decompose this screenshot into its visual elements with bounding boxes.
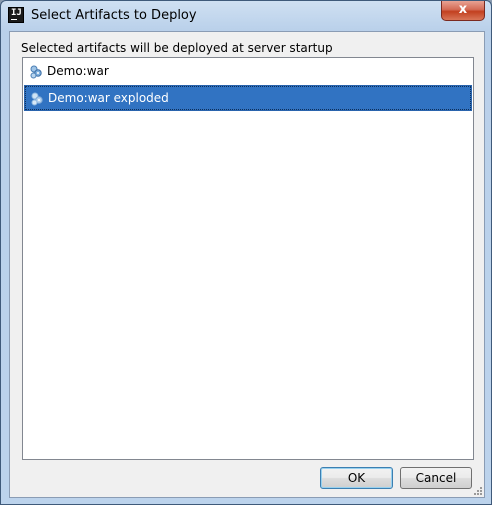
dialog-content: Selected artifacts will be deployed at s… xyxy=(9,31,485,498)
ok-button[interactable]: OK xyxy=(320,467,393,489)
dialog-window: IJ Select Artifacts to Deploy x Selected… xyxy=(0,0,492,505)
cancel-button[interactable]: Cancel xyxy=(400,467,472,489)
description-label: Selected artifacts will be deployed at s… xyxy=(21,41,333,55)
window-title: Select Artifacts to Deploy xyxy=(31,8,197,23)
list-item-label: Demo:war xyxy=(47,64,109,78)
close-button[interactable]: x xyxy=(441,1,485,21)
list-item-demo-war[interactable]: Demo:war xyxy=(24,59,472,85)
list-item-demo-war-exploded[interactable]: Demo:war exploded xyxy=(24,85,472,111)
close-icon: x xyxy=(458,2,468,17)
app-icon-text: IJ xyxy=(11,8,22,18)
intellij-app-icon: IJ xyxy=(8,7,24,23)
title-bar[interactable]: IJ Select Artifacts to Deploy x xyxy=(1,1,491,31)
list-item-label: Demo:war exploded xyxy=(48,91,169,105)
artifact-icon xyxy=(31,92,43,106)
artifacts-list[interactable]: Demo:war Demo:war exploded xyxy=(22,57,474,460)
resize-grip-icon[interactable] xyxy=(473,486,483,496)
artifact-icon xyxy=(30,65,42,79)
